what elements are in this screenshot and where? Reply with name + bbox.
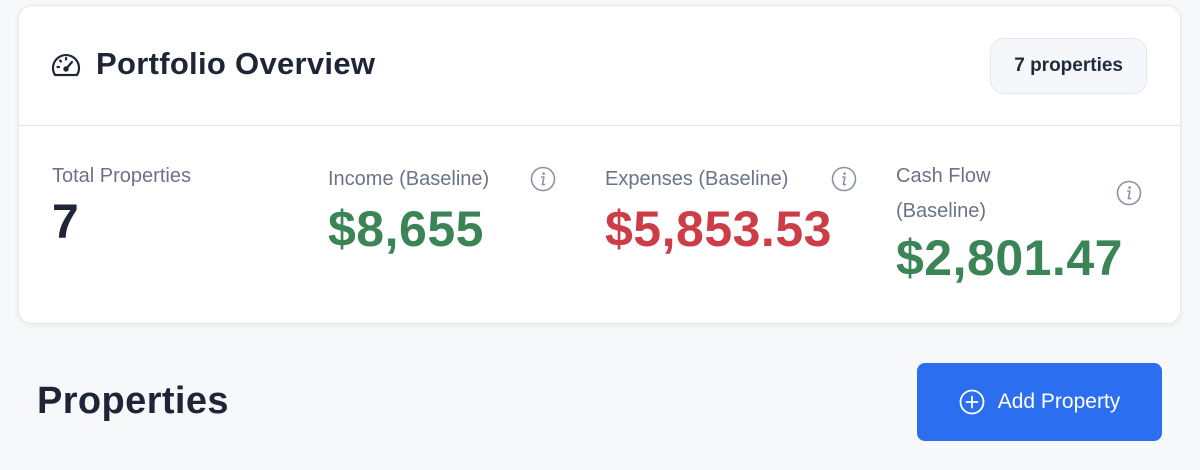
plus-circle-icon — [959, 389, 985, 415]
stat-cash-flow: Cash Flow (Baseline) $2,801.47 — [896, 159, 1156, 287]
property-count-badge: 7 properties — [990, 38, 1147, 94]
stat-value: $8,655 — [328, 201, 484, 257]
info-icon[interactable] — [1116, 180, 1142, 206]
stat-expenses: Expenses (Baseline) $5,853.53 — [605, 162, 832, 258]
info-icon[interactable] — [831, 166, 857, 192]
portfolio-overview-card: Portfolio Overview 7 properties Total Pr… — [18, 5, 1181, 324]
stat-label: Expenses (Baseline) — [605, 168, 789, 190]
stat-value: 7 — [52, 196, 80, 249]
info-icon[interactable] — [530, 166, 556, 192]
properties-heading: Properties — [37, 380, 229, 422]
stat-label: Income (Baseline) — [328, 168, 490, 190]
stat-value: $2,801.47 — [896, 230, 1123, 286]
stat-total-properties: Total Properties 7 — [52, 159, 191, 250]
card-title: Portfolio Overview — [96, 46, 376, 81]
card-header: Portfolio Overview 7 properties — [19, 6, 1180, 126]
stat-income: Income (Baseline) $8,655 — [328, 162, 489, 258]
add-property-button[interactable]: Add Property — [917, 363, 1162, 441]
stat-label: Total Properties — [52, 165, 191, 187]
add-property-label: Add Property — [997, 390, 1121, 413]
stat-value: $5,853.53 — [605, 201, 832, 257]
gauge-icon — [51, 54, 81, 77]
